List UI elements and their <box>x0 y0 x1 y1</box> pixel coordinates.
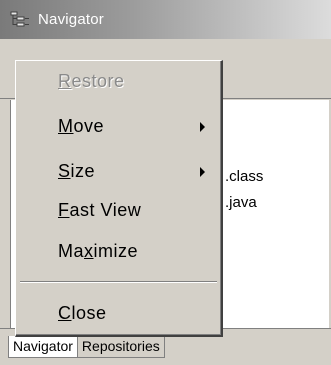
menu-item-size[interactable]: Size <box>16 156 221 186</box>
view-title: Navigator <box>38 11 104 28</box>
view-title-bar[interactable]: Navigator <box>0 0 331 39</box>
menu-item-restore[interactable]: Restore <box>16 66 221 96</box>
view-context-menu: Restore Move Size Fast View Maximize Clo… <box>15 60 223 337</box>
submenu-arrow-icon <box>200 167 205 177</box>
menu-item-fast-view[interactable]: Fast View <box>16 195 221 225</box>
tab-repositories[interactable]: Repositories <box>77 336 165 358</box>
menu-item-maximize[interactable]: Maximize <box>16 236 221 266</box>
tree-item[interactable]: .class <box>225 168 263 185</box>
menu-item-move[interactable]: Move <box>16 111 221 141</box>
tab-navigator[interactable]: Navigator <box>8 336 78 358</box>
navigator-icon <box>10 11 29 26</box>
submenu-arrow-icon <box>200 122 205 132</box>
menu-item-close[interactable]: Close <box>16 298 221 328</box>
menu-separator <box>20 281 217 283</box>
tree-item[interactable]: .java <box>225 194 257 211</box>
